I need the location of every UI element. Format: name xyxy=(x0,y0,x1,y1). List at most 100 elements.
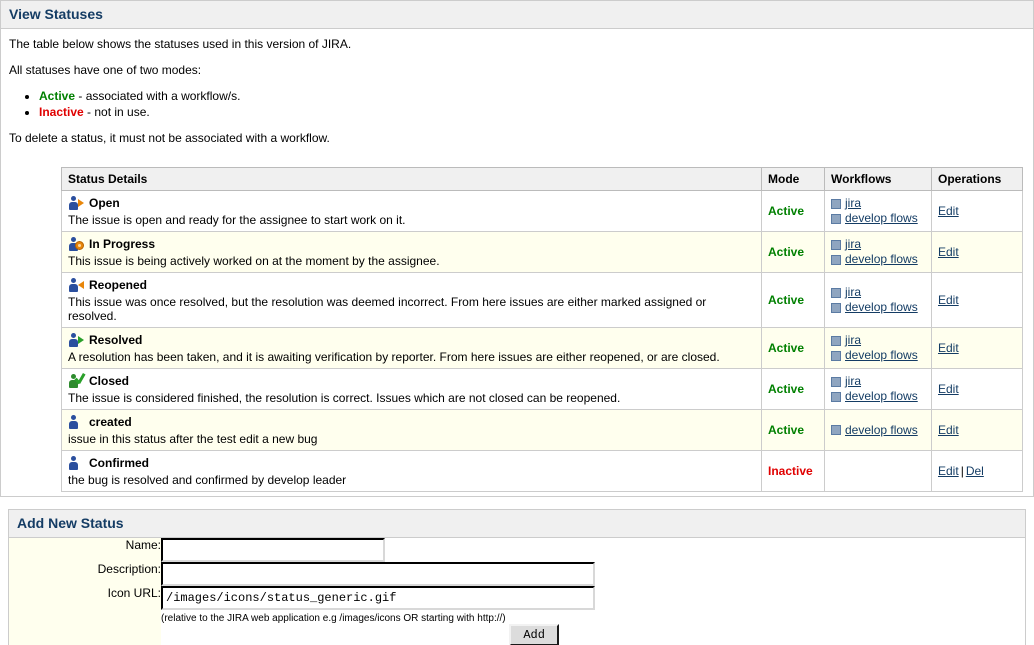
workflow-entry: develop flows xyxy=(831,300,925,315)
status-mode-badge: Active xyxy=(768,204,804,218)
status-name: Resolved xyxy=(68,332,755,348)
status-generic-icon xyxy=(68,414,84,430)
workflow-link[interactable]: develop flows xyxy=(845,252,918,267)
cell-operations: Edit xyxy=(932,191,1023,232)
workflow-entry: develop flows xyxy=(831,423,925,438)
status-description: This issue is being actively worked on a… xyxy=(68,254,755,268)
legend-active-label: Active xyxy=(39,89,75,103)
icon-url-field-cell: (relative to the JIRA web application e.… xyxy=(161,586,1025,624)
workflow-link[interactable]: jira xyxy=(845,237,861,252)
cell-status-details: In Progress This issue is being actively … xyxy=(62,232,762,273)
form-submit-spacer xyxy=(9,624,161,645)
statuses-table: Status Details Mode Workflows Operations… xyxy=(61,167,1023,492)
workflow-link[interactable]: develop flows xyxy=(845,389,918,404)
add-new-status-form: Name: Description: Icon URL: (relative t… xyxy=(9,538,1025,645)
form-row-submit: Add xyxy=(9,624,1025,645)
workflow-bullet-icon xyxy=(831,336,841,346)
table-row: ResolvedA resolution has been taken, and… xyxy=(62,328,1023,369)
operation-link-edit[interactable]: Edit xyxy=(938,341,959,355)
status-mode-badge: Inactive xyxy=(768,464,813,478)
table-row: Open The issue is open and ready for the … xyxy=(62,191,1023,232)
workflow-bullet-icon xyxy=(831,425,841,435)
status-mode-badge: Active xyxy=(768,382,804,396)
status-name-text: Reopened xyxy=(89,278,147,292)
workflow-entry: jira xyxy=(831,285,925,300)
workflow-entry: jira xyxy=(831,196,925,211)
status-inprogress-icon xyxy=(68,236,84,252)
status-name-text: Resolved xyxy=(89,333,142,347)
status-mode-badge: Active xyxy=(768,341,804,355)
workflow-link[interactable]: develop flows xyxy=(845,423,918,438)
status-open-icon xyxy=(68,195,84,211)
form-row-description: Description: xyxy=(9,562,1025,586)
cell-operations: Edit xyxy=(932,328,1023,369)
workflow-link[interactable]: develop flows xyxy=(845,211,918,226)
workflow-bullet-icon xyxy=(831,240,841,250)
cell-workflows: develop flows xyxy=(825,410,932,451)
cell-mode: Active xyxy=(762,369,825,410)
add-new-status-title: Add New Status xyxy=(9,510,1025,538)
workflow-bullet-icon xyxy=(831,199,841,209)
status-mode-badge: Active xyxy=(768,423,804,437)
status-name: Confirmed xyxy=(68,455,755,471)
icon-url-label: Icon URL: xyxy=(9,586,161,624)
workflow-link[interactable]: jira xyxy=(845,333,861,348)
workflow-link[interactable]: jira xyxy=(845,196,861,211)
cell-workflows: jiradevelop flows xyxy=(825,273,932,328)
cell-operations: Edit xyxy=(932,369,1023,410)
cell-mode: Active xyxy=(762,273,825,328)
operations-separator: | xyxy=(959,464,966,478)
table-row: Confirmedthe bug is resolved and confirm… xyxy=(62,451,1023,492)
operation-link-edit[interactable]: Edit xyxy=(938,293,959,307)
status-description: issue in this status after the test edit… xyxy=(68,432,755,446)
intro-line-2: All statuses have one of two modes: xyxy=(9,63,1025,77)
status-name-text: Closed xyxy=(89,374,129,388)
cell-status-details: Reopened This issue was once resolved, bu… xyxy=(62,273,762,328)
operation-link-edit[interactable]: Edit xyxy=(938,382,959,396)
status-description: This issue was once resolved, but the re… xyxy=(68,295,755,323)
operation-link-edit[interactable]: Edit xyxy=(938,245,959,259)
form-submit-cell: Add xyxy=(161,624,1025,645)
table-row: Reopened This issue was once resolved, bu… xyxy=(62,273,1023,328)
column-header-status-details: Status Details xyxy=(62,168,762,191)
status-name: created xyxy=(68,414,755,430)
cell-operations: Edit xyxy=(932,410,1023,451)
cell-mode: Active xyxy=(762,328,825,369)
add-new-status-panel: Add New Status Name: Description: Icon U… xyxy=(8,509,1026,645)
status-name: In Progress xyxy=(68,236,755,252)
workflow-entry: jira xyxy=(831,237,925,252)
operation-link-edit[interactable]: Edit xyxy=(938,423,959,437)
workflow-link[interactable]: develop flows xyxy=(845,348,918,363)
icon-url-input[interactable] xyxy=(161,586,595,610)
name-input[interactable] xyxy=(161,538,385,562)
status-description: The issue is open and ready for the assi… xyxy=(68,213,755,227)
operation-link-del[interactable]: Del xyxy=(966,464,984,478)
workflow-bullet-icon xyxy=(831,255,841,265)
cell-operations: Edit xyxy=(932,273,1023,328)
cell-operations: Edit xyxy=(932,232,1023,273)
workflow-link[interactable]: jira xyxy=(845,374,861,389)
workflow-bullet-icon xyxy=(831,377,841,387)
workflow-link[interactable]: jira xyxy=(845,285,861,300)
view-statuses-panel: View Statuses The table below shows the … xyxy=(0,0,1034,497)
workflow-link[interactable]: develop flows xyxy=(845,300,918,315)
operation-link-edit[interactable]: Edit xyxy=(938,204,959,218)
add-button[interactable]: Add xyxy=(509,624,559,645)
column-header-mode: Mode xyxy=(762,168,825,191)
status-generic-icon xyxy=(68,455,84,471)
cell-status-details: Confirmedthe bug is resolved and confirm… xyxy=(62,451,762,492)
operation-link-edit[interactable]: Edit xyxy=(938,464,959,478)
workflow-bullet-icon xyxy=(831,288,841,298)
status-mode-badge: Active xyxy=(768,293,804,307)
form-row-icon-url: Icon URL: (relative to the JIRA web appl… xyxy=(9,586,1025,624)
status-name: Closed xyxy=(68,373,755,389)
legend-inactive-label: Inactive xyxy=(39,105,84,119)
status-description: The issue is considered finished, the re… xyxy=(68,391,755,405)
name-field-cell xyxy=(161,538,1025,562)
workflow-bullet-icon xyxy=(831,214,841,224)
description-input[interactable] xyxy=(161,562,595,586)
status-name-text: Open xyxy=(89,196,120,210)
mode-legend-list: Active - associated with a workflow/s. I… xyxy=(9,89,1025,119)
legend-inactive-text: - not in use. xyxy=(84,105,150,119)
view-statuses-body: The table below shows the statuses used … xyxy=(1,29,1033,496)
